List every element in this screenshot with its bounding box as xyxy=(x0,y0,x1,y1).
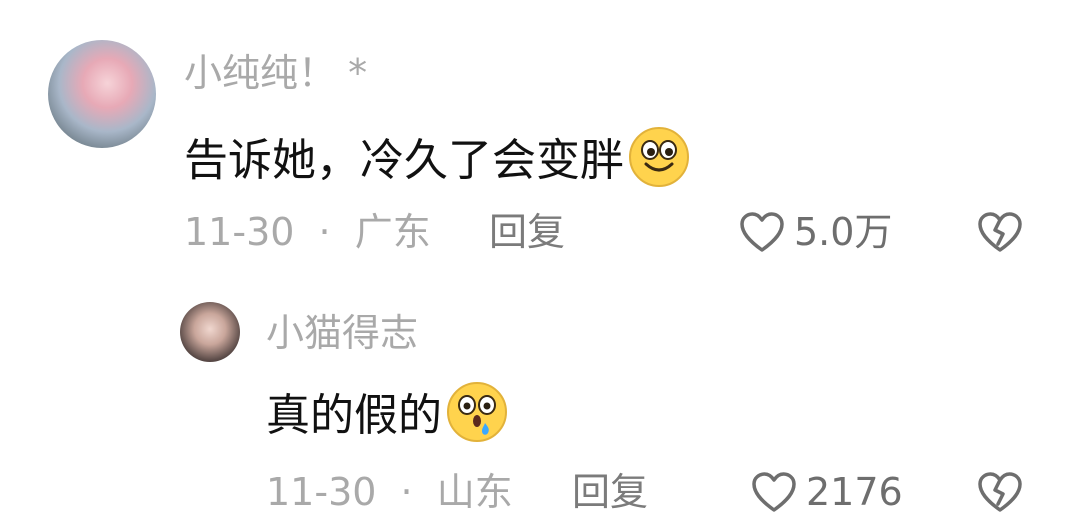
like-button[interactable] xyxy=(750,470,798,514)
comment-text: 告诉她，冷久了会变胖 xyxy=(184,126,690,196)
surprised-face-emoji-icon xyxy=(446,381,508,451)
comment-text-label: 告诉她，冷久了会变胖 xyxy=(184,135,624,186)
comment-location: 广东 xyxy=(354,210,431,254)
like-count: 5.0万 xyxy=(794,210,893,254)
dislike-button[interactable] xyxy=(976,210,1024,254)
username[interactable]: 小猫得志 xyxy=(266,314,418,352)
username[interactable]: 小纯纯！ * xyxy=(184,54,367,92)
like-count: 2176 xyxy=(806,470,903,514)
broken-heart-icon xyxy=(976,210,1024,254)
heart-outline-icon xyxy=(738,210,786,254)
broken-heart-icon xyxy=(976,470,1024,514)
comment-location: 山东 xyxy=(436,470,513,514)
meta-separator: · xyxy=(318,210,331,254)
reply-button[interactable]: 回复 xyxy=(572,473,648,511)
comment-meta: 11-30 · 山东 xyxy=(266,473,513,511)
comment-date: 11-30 xyxy=(184,210,295,254)
heart-outline-icon xyxy=(750,470,798,514)
like-button[interactable] xyxy=(738,210,786,254)
avatar[interactable] xyxy=(180,302,240,362)
comment-meta: 11-30 · 广东 xyxy=(184,213,431,251)
comment-text: 真的假的 xyxy=(266,381,508,451)
dislike-button[interactable] xyxy=(976,470,1024,514)
meta-separator: · xyxy=(400,470,413,514)
comment-date: 11-30 xyxy=(266,470,377,514)
avatar[interactable] xyxy=(48,40,156,148)
smiling-face-emoji-icon xyxy=(628,126,690,196)
reply-button[interactable]: 回复 xyxy=(489,213,565,251)
comment-text-label: 真的假的 xyxy=(266,390,442,441)
